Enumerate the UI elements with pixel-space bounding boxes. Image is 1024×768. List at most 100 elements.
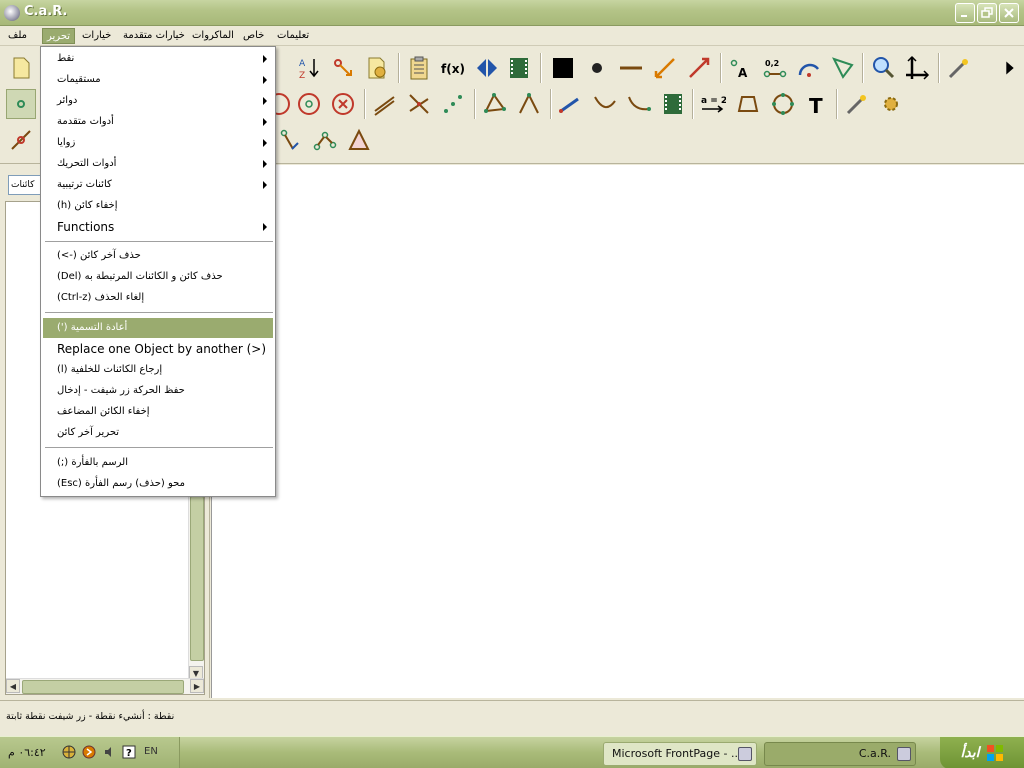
intersect-icon[interactable] bbox=[404, 89, 434, 119]
angle-points-icon[interactable] bbox=[514, 89, 544, 119]
chain-icon[interactable] bbox=[310, 125, 340, 155]
point-tool-icon[interactable] bbox=[6, 89, 36, 119]
menu-circles[interactable]: دوائر bbox=[43, 91, 273, 111]
gear-icon[interactable] bbox=[876, 89, 906, 119]
value-icon[interactable]: 0,2 bbox=[760, 53, 790, 83]
toolbar-separator bbox=[836, 89, 838, 119]
film2-icon[interactable] bbox=[658, 89, 688, 119]
item-label: تحرير آخر كائن bbox=[57, 427, 120, 438]
more-arrow-icon[interactable] bbox=[998, 53, 1022, 83]
close-button[interactable] bbox=[999, 3, 1019, 23]
circle-dots-icon[interactable] bbox=[768, 89, 798, 119]
close-icon bbox=[1004, 8, 1014, 18]
drawing-canvas[interactable] bbox=[211, 165, 1024, 698]
menu-mouse-draw[interactable]: (;) الرسم بالفأرة bbox=[43, 453, 273, 473]
triangle-icon[interactable] bbox=[344, 125, 374, 155]
menu-delete-last[interactable]: (<-) حذف آخر كائن bbox=[43, 246, 273, 266]
menu-functions[interactable]: Functions bbox=[43, 217, 273, 237]
quad-icon[interactable] bbox=[734, 89, 764, 119]
menu-help[interactable]: تعليمات bbox=[273, 28, 313, 44]
dot-icon[interactable] bbox=[582, 53, 612, 83]
menu-advanced-tools[interactable]: أدوات متقدمة bbox=[43, 112, 273, 132]
fx-icon[interactable]: f(x) bbox=[438, 53, 468, 83]
parallel-icon[interactable] bbox=[370, 89, 400, 119]
menu-edit-last[interactable]: تحرير آخر كائن bbox=[43, 423, 273, 443]
restore-button[interactable] bbox=[977, 3, 997, 23]
polygon-points-icon[interactable] bbox=[480, 89, 510, 119]
vertical-scroll-thumb[interactable] bbox=[190, 496, 204, 661]
globe-icon[interactable] bbox=[62, 745, 76, 759]
sort-az-icon[interactable]: AZ bbox=[294, 53, 324, 83]
line-point-icon[interactable] bbox=[6, 125, 36, 155]
menu-points[interactable]: نقط bbox=[43, 49, 273, 69]
menu-replace-object[interactable]: Replace one Object by another (>) bbox=[43, 339, 273, 359]
menu-send-to-back[interactable]: (l) إرجاع الكائنات للخلفية bbox=[43, 360, 273, 380]
arrow-icon[interactable] bbox=[684, 53, 714, 83]
scroll-left-icon[interactable]: ◀ bbox=[6, 679, 20, 693]
curve-icon[interactable] bbox=[590, 89, 620, 119]
minimize-icon bbox=[961, 15, 967, 17]
menu-hide-duplicate[interactable]: إخفاء الكائن المضاعف bbox=[43, 402, 273, 422]
paper-icon[interactable] bbox=[6, 53, 36, 83]
arrow-circle-icon[interactable] bbox=[82, 745, 96, 759]
horizontal-scrollbar[interactable]: ◀ ▶ bbox=[6, 678, 204, 694]
menu-delete-with-children[interactable]: (Del) حذف كائن و الكائنات المرتبطة به bbox=[43, 267, 273, 287]
object-type-combo[interactable]: كائنات bbox=[8, 175, 44, 195]
menu-edit[interactable]: تحرير bbox=[42, 28, 76, 44]
menu-advanced-options[interactable]: خيارات متقدمة bbox=[119, 28, 189, 44]
menu-undo-delete[interactable]: (Ctrl-z) إلغاء الحذف bbox=[43, 288, 273, 308]
film-icon[interactable] bbox=[504, 53, 534, 83]
system-tray: ٠٦:٤٢ م ? EN bbox=[0, 737, 180, 768]
menu-hide-object[interactable]: (h) إخفاء كائن bbox=[43, 196, 273, 216]
circle-x-icon[interactable] bbox=[328, 89, 358, 119]
points-icon[interactable] bbox=[438, 89, 468, 119]
menu-macros[interactable]: الماكروات bbox=[188, 28, 238, 44]
menu-special[interactable]: خاص bbox=[239, 28, 268, 44]
scroll-right-icon[interactable]: ▶ bbox=[190, 679, 204, 693]
line-segment-icon[interactable] bbox=[616, 53, 646, 83]
text-icon[interactable]: T bbox=[802, 89, 832, 119]
mirror-icon[interactable] bbox=[472, 53, 502, 83]
help-icon[interactable]: ? bbox=[122, 745, 136, 759]
horizontal-scroll-thumb[interactable] bbox=[22, 680, 184, 694]
menu-save-motion[interactable]: حفظ الحركة زر شيفت - إدخال bbox=[43, 381, 273, 401]
volume-icon[interactable] bbox=[102, 745, 116, 759]
equation-icon[interactable]: a = 2 bbox=[698, 89, 728, 119]
clipboard-icon[interactable] bbox=[404, 53, 434, 83]
menu-lines[interactable]: مستقيمات bbox=[43, 70, 273, 90]
angle-icon[interactable] bbox=[828, 53, 858, 83]
settings-doc-icon[interactable] bbox=[362, 53, 392, 83]
zoom-icon[interactable] bbox=[868, 53, 898, 83]
menu-ordered-objects[interactable]: كائنات ترتيبية bbox=[43, 175, 273, 195]
menu-separator bbox=[45, 241, 273, 243]
task-car[interactable]: C.a.R. bbox=[764, 742, 916, 766]
minimize-button[interactable] bbox=[955, 3, 975, 23]
frontpage-icon bbox=[738, 747, 752, 761]
tree-icon[interactable] bbox=[276, 125, 306, 155]
menu-options[interactable]: خيارات bbox=[78, 28, 115, 44]
menu-file[interactable]: ملف bbox=[4, 28, 31, 44]
label-a-icon[interactable]: A bbox=[726, 53, 756, 83]
axes-icon[interactable] bbox=[902, 53, 932, 83]
language-indicator[interactable]: EN bbox=[144, 746, 158, 757]
toolbar-separator bbox=[398, 53, 400, 83]
submenu-arrow-icon bbox=[263, 223, 267, 231]
circle-center-icon[interactable] bbox=[294, 89, 324, 119]
arc-icon[interactable] bbox=[794, 53, 824, 83]
svg-text:0,2: 0,2 bbox=[765, 59, 779, 68]
wand2-icon[interactable] bbox=[842, 89, 872, 119]
task-frontpage[interactable]: Microsoft FrontPage - ... bbox=[603, 742, 757, 766]
black-square-icon[interactable] bbox=[548, 53, 578, 83]
menu-move-tools[interactable]: أدوات التحريك bbox=[43, 154, 273, 174]
start-button[interactable]: ابدأ bbox=[940, 737, 1024, 768]
point-arrow-icon[interactable] bbox=[328, 53, 358, 83]
ray-icon[interactable] bbox=[556, 89, 586, 119]
app-icon[interactable] bbox=[4, 5, 20, 21]
wand-icon[interactable] bbox=[944, 53, 974, 83]
menu-angles[interactable]: زوايا bbox=[43, 133, 273, 153]
clock[interactable]: ٠٦:٤٢ م bbox=[8, 746, 46, 759]
menu-clear-mouse-draw[interactable]: (Esc) محو (حذف) رسم الفأرة bbox=[43, 474, 273, 494]
menu-rename[interactable]: (') أعادة التسمية bbox=[43, 318, 273, 338]
double-arrow-icon[interactable] bbox=[650, 53, 680, 83]
curve2-icon[interactable] bbox=[624, 89, 654, 119]
